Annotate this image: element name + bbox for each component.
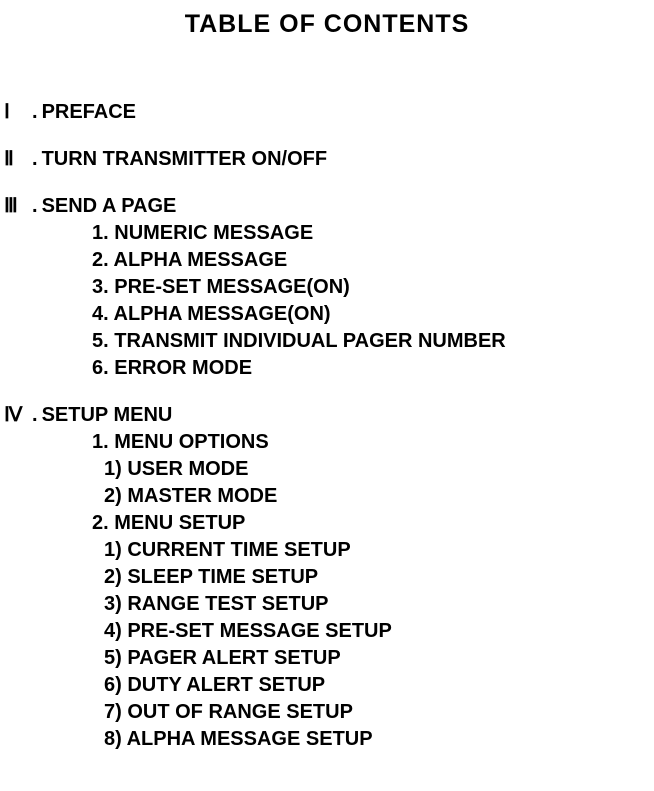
- subsubitem-label: MASTER MODE: [127, 485, 277, 507]
- subsubitem-label: OUT OF RANGE SETUP: [127, 701, 353, 723]
- subsubitem-number: 3): [104, 593, 127, 615]
- toc-subitem-line: 2. ALPHA MESSAGE: [92, 247, 654, 274]
- subsubitem-number: 1): [104, 458, 127, 480]
- toc-subitem: 6. ERROR MODE: [4, 355, 654, 382]
- toc-subitem: 1. MENU OPTIONS: [4, 429, 654, 456]
- section-label: SEND A PAGE: [42, 193, 177, 220]
- toc-subsubitem: 1) USER MODE: [4, 456, 654, 483]
- subitem-number: 4.: [92, 303, 114, 325]
- toc-subitem: 1. NUMERIC MESSAGE: [4, 220, 654, 247]
- toc-subitem: 2. MENU SETUP: [4, 510, 654, 537]
- section-roman-numeral: Ⅱ: [4, 146, 32, 173]
- toc-section: Ⅳ. SETUP MENU1. MENU OPTIONS1) USER MODE…: [4, 402, 654, 753]
- section-label: TURN TRANSMITTER ON/OFF: [42, 146, 328, 173]
- toc-section: Ⅰ. PREFACE: [4, 99, 654, 126]
- toc-subitem-line: 6. ERROR MODE: [92, 355, 654, 382]
- subsubitem-number: 4): [104, 620, 127, 642]
- subitem-number: 2.: [92, 249, 114, 271]
- toc-subsubitem: 3) RANGE TEST SETUP: [4, 591, 654, 618]
- table-of-contents: Ⅰ. PREFACE Ⅱ. TURN TRANSMITTER ON/OFF Ⅲ. S…: [0, 99, 654, 753]
- section-separator: .: [32, 402, 38, 429]
- subsubitem-label: PRE-SET MESSAGE SETUP: [127, 620, 392, 642]
- section-separator: .: [32, 193, 38, 220]
- subitem-label: PRE-SET MESSAGE(ON): [114, 276, 350, 298]
- subitem-number: 1.: [92, 431, 114, 453]
- section-roman-numeral: Ⅰ: [4, 99, 32, 126]
- toc-subitem-line: 4. ALPHA MESSAGE(ON): [92, 301, 654, 328]
- subitem-number: 5.: [92, 330, 114, 352]
- subsubitem-number: 6): [104, 674, 127, 696]
- section-roman-numeral: Ⅲ: [4, 193, 32, 220]
- toc-subitem-line: 5. TRANSMIT INDIVIDUAL PAGER NUMBER: [92, 328, 654, 355]
- toc-subitem-line: 1. NUMERIC MESSAGE: [92, 220, 654, 247]
- toc-subsubitem-line: 4) PRE-SET MESSAGE SETUP: [104, 618, 654, 645]
- subitem-label: TRANSMIT INDIVIDUAL PAGER NUMBER: [114, 330, 505, 352]
- toc-subsubitem: 1) CURRENT TIME SETUP: [4, 537, 654, 564]
- toc-subsubitem: 7) OUT OF RANGE SETUP: [4, 699, 654, 726]
- toc-section-heading: Ⅳ. SETUP MENU: [4, 402, 654, 429]
- toc-subsubitem: 2) MASTER MODE: [4, 483, 654, 510]
- subsubitem-label: CURRENT TIME SETUP: [127, 539, 350, 561]
- section-separator: .: [32, 99, 38, 126]
- toc-section-heading: Ⅱ. TURN TRANSMITTER ON/OFF: [4, 146, 654, 173]
- section-label: PREFACE: [42, 99, 136, 126]
- toc-subsubitem: 2) SLEEP TIME SETUP: [4, 564, 654, 591]
- subitem-label: ERROR MODE: [114, 357, 252, 379]
- subitem-number: 1.: [92, 222, 114, 244]
- subitem-label: MENU OPTIONS: [114, 431, 268, 453]
- toc-subsubitem: 5) PAGER ALERT SETUP: [4, 645, 654, 672]
- subitem-number: 6.: [92, 357, 114, 379]
- subsubitem-number: 2): [104, 566, 127, 588]
- subsubitem-number: 1): [104, 539, 127, 561]
- section-separator: .: [32, 146, 38, 173]
- toc-subsubitem: 4) PRE-SET MESSAGE SETUP: [4, 618, 654, 645]
- toc-subitem-line: 3. PRE-SET MESSAGE(ON): [92, 274, 654, 301]
- toc-subsubitem-line: 2) SLEEP TIME SETUP: [104, 564, 654, 591]
- toc-subsubitem-line: 2) MASTER MODE: [104, 483, 654, 510]
- subsubitem-number: 5): [104, 647, 127, 669]
- subsubitem-number: 2): [104, 485, 127, 507]
- toc-section-heading: Ⅲ. SEND A PAGE: [4, 193, 654, 220]
- subitem-label: MENU SETUP: [114, 512, 245, 534]
- toc-subsubitem-line: 8) ALPHA MESSAGE SETUP: [104, 726, 654, 753]
- subsubitem-label: SLEEP TIME SETUP: [127, 566, 318, 588]
- section-label: SETUP MENU: [42, 402, 173, 429]
- subsubitem-label: DUTY ALERT SETUP: [127, 674, 325, 696]
- toc-section: Ⅲ. SEND A PAGE1. NUMERIC MESSAGE2. ALPHA…: [4, 193, 654, 382]
- subitem-number: 2.: [92, 512, 114, 534]
- subitem-number: 3.: [92, 276, 114, 298]
- toc-subitem-line: 1. MENU OPTIONS: [92, 429, 654, 456]
- toc-subitem: 4. ALPHA MESSAGE(ON): [4, 301, 654, 328]
- subsubitem-label: USER MODE: [127, 458, 248, 480]
- toc-section: Ⅱ. TURN TRANSMITTER ON/OFF: [4, 146, 654, 173]
- toc-subitem: 5. TRANSMIT INDIVIDUAL PAGER NUMBER: [4, 328, 654, 355]
- toc-subsubitem-line: 1) CURRENT TIME SETUP: [104, 537, 654, 564]
- subitem-label: ALPHA MESSAGE(ON): [114, 303, 331, 325]
- toc-subsubitem-line: 7) OUT OF RANGE SETUP: [104, 699, 654, 726]
- subsubitem-number: 7): [104, 701, 127, 723]
- page-title: TABLE OF CONTENTS: [0, 10, 654, 39]
- subsubitem-label: ALPHA MESSAGE SETUP: [127, 728, 373, 750]
- toc-subsubitem-line: 1) USER MODE: [104, 456, 654, 483]
- subsubitem-number: 8): [104, 728, 127, 750]
- subitem-label: NUMERIC MESSAGE: [114, 222, 313, 244]
- toc-subsubitem-line: 6) DUTY ALERT SETUP: [104, 672, 654, 699]
- toc-subsubitem-line: 3) RANGE TEST SETUP: [104, 591, 654, 618]
- subitem-label: ALPHA MESSAGE: [114, 249, 288, 271]
- toc-subsubitem-line: 5) PAGER ALERT SETUP: [104, 645, 654, 672]
- toc-subitem: 2. ALPHA MESSAGE: [4, 247, 654, 274]
- toc-section-heading: Ⅰ. PREFACE: [4, 99, 654, 126]
- toc-subitem: 3. PRE-SET MESSAGE(ON): [4, 274, 654, 301]
- subsubitem-label: PAGER ALERT SETUP: [127, 647, 340, 669]
- section-roman-numeral: Ⅳ: [4, 402, 32, 429]
- toc-subitem-line: 2. MENU SETUP: [92, 510, 654, 537]
- subsubitem-label: RANGE TEST SETUP: [127, 593, 328, 615]
- toc-subsubitem: 6) DUTY ALERT SETUP: [4, 672, 654, 699]
- toc-subsubitem: 8) ALPHA MESSAGE SETUP: [4, 726, 654, 753]
